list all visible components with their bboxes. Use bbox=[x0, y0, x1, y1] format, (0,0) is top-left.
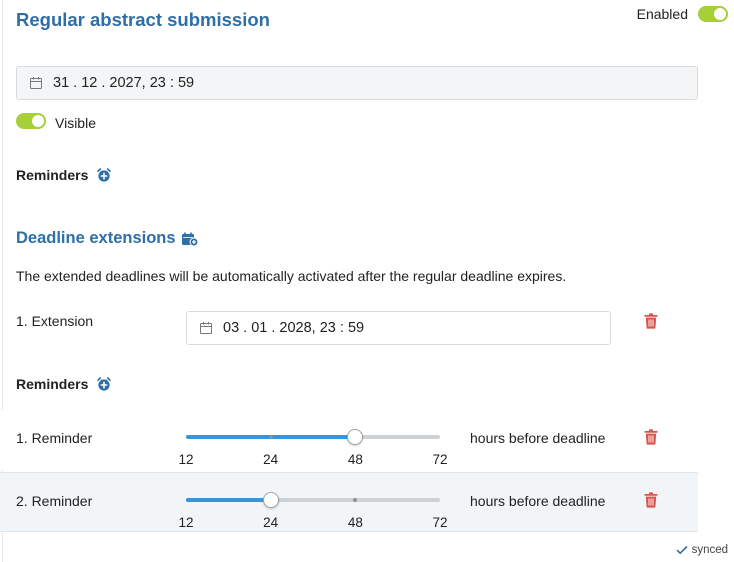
extension-label: 1. Extension bbox=[16, 313, 94, 329]
add-calendar-icon[interactable] bbox=[181, 231, 199, 247]
slider-fill bbox=[186, 498, 271, 502]
visible-control: Visible bbox=[16, 111, 96, 131]
slider-tick-labels: 12 24 48 72 bbox=[178, 515, 447, 531]
extension-date-input[interactable]: 03 . 01 . 2028, 23 : 59 bbox=[186, 311, 611, 345]
delete-reminder-icon[interactable] bbox=[644, 429, 658, 445]
tick-label: 12 bbox=[178, 452, 194, 467]
extension-date-value: 03 . 01 . 2028, 23 : 59 bbox=[223, 320, 365, 336]
slider-tick-labels: 12 24 48 72 bbox=[178, 452, 447, 468]
reminder-label: 1. Reminder bbox=[16, 430, 93, 446]
enabled-control: Enabled bbox=[637, 6, 728, 22]
reminder-slider[interactable] bbox=[186, 429, 440, 445]
visible-label: Visible bbox=[55, 115, 96, 131]
calendar-icon bbox=[29, 76, 43, 90]
hours-before-label: hours before deadline bbox=[470, 430, 606, 446]
deadline-extensions-heading: Deadline extensions bbox=[16, 229, 199, 248]
page-title: Regular abstract submission bbox=[16, 9, 270, 30]
reminder-row: 1. Reminder 12 24 48 72 hours before dea… bbox=[0, 410, 698, 470]
delete-reminder-icon[interactable] bbox=[644, 492, 658, 508]
calendar-icon bbox=[199, 321, 213, 335]
tick-label: 72 bbox=[432, 515, 448, 530]
deadline-date-value: 31 . 12 . 2027, 23 : 59 bbox=[53, 75, 195, 91]
slider-step-dot bbox=[268, 435, 273, 439]
synced-label: synced bbox=[691, 544, 728, 556]
tick-label: 72 bbox=[432, 452, 448, 467]
reminder-slider[interactable] bbox=[186, 492, 440, 508]
reminders-heading-label: Reminders bbox=[16, 167, 89, 183]
reminder-row: 2. Reminder 12 24 48 72 hours before dea… bbox=[0, 472, 698, 532]
hours-before-label: hours before deadline bbox=[470, 493, 606, 509]
enabled-label: Enabled bbox=[636, 6, 688, 22]
tick-label: 24 bbox=[263, 452, 279, 467]
slider-thumb[interactable] bbox=[262, 492, 279, 508]
extension-reminders-heading: Reminders bbox=[16, 376, 112, 392]
tick-label: 12 bbox=[178, 515, 194, 530]
extensions-note: The extended deadlines will be automatic… bbox=[16, 268, 567, 284]
toggle-knob bbox=[714, 8, 726, 20]
visible-toggle[interactable] bbox=[16, 113, 46, 129]
add-alarm-icon[interactable] bbox=[96, 167, 112, 183]
delete-extension-icon[interactable] bbox=[644, 313, 658, 329]
tick-label: 48 bbox=[347, 515, 363, 530]
enabled-toggle[interactable] bbox=[698, 6, 728, 22]
tick-label: 48 bbox=[347, 452, 363, 467]
tick-label: 24 bbox=[263, 515, 279, 530]
reminders-heading: Reminders bbox=[16, 167, 112, 183]
toggle-knob bbox=[32, 115, 44, 127]
check-icon bbox=[676, 545, 688, 555]
page: Regular abstract submission Enabled 31 .… bbox=[0, 0, 734, 562]
add-alarm-icon[interactable] bbox=[96, 376, 112, 392]
reminder-label: 2. Reminder bbox=[16, 493, 93, 509]
extension-reminders-label: Reminders bbox=[16, 376, 89, 392]
slider-thumb[interactable] bbox=[347, 429, 364, 445]
deadline-extensions-label: Deadline extensions bbox=[16, 229, 176, 247]
sync-status: synced bbox=[676, 544, 728, 556]
deadline-date-input[interactable]: 31 . 12 . 2027, 23 : 59 bbox=[16, 66, 698, 100]
